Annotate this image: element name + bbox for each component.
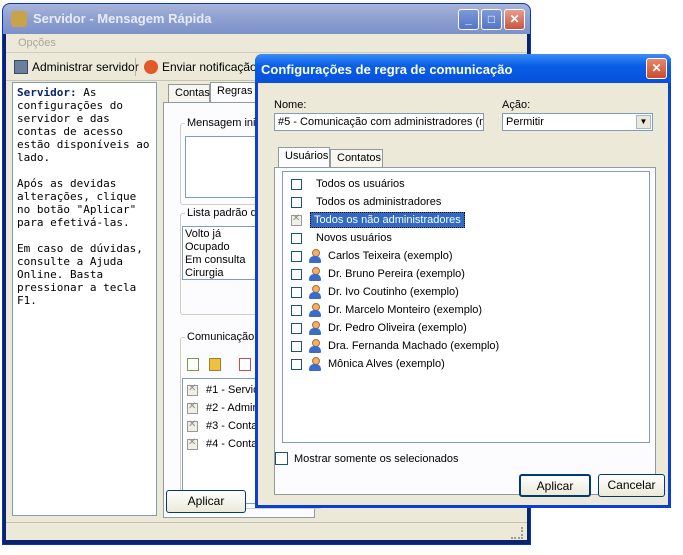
list-item[interactable]: Todos os administradores: [291, 193, 441, 211]
info-heading: Servidor:: [17, 86, 77, 99]
rule-checkbox[interactable]: [187, 419, 198, 432]
tab-regras[interactable]: Regras: [210, 82, 258, 102]
user-checkbox[interactable]: [291, 322, 302, 334]
tab-contatos[interactable]: Contatos: [330, 149, 383, 167]
user-icon: [308, 249, 322, 263]
main-title-bar[interactable]: Servidor - Mensagem Rápida _ □ ✕: [3, 4, 530, 34]
dialog-apply-button[interactable]: Aplicar: [519, 474, 591, 497]
close-button[interactable]: ✕: [504, 9, 525, 30]
notification-icon: [144, 60, 158, 74]
list-item[interactable]: Mônica Alves (exemplo): [291, 355, 445, 373]
rule-checkbox[interactable]: [187, 437, 198, 450]
resize-grip-icon[interactable]: [511, 527, 523, 539]
name-label: Nome:: [274, 99, 307, 111]
minimize-button[interactable]: _: [458, 9, 479, 30]
info-text-2: Após as devidas alterações, clique no bo…: [17, 177, 143, 229]
user-checkbox[interactable]: [291, 358, 302, 370]
action-label: Ação:: [502, 99, 531, 111]
tab-usuarios[interactable]: Usuários: [278, 147, 330, 167]
list-item[interactable]: Todos os usuários: [291, 175, 405, 193]
rule-dialog: Configurações de regra de comunicação ✕ …: [255, 54, 671, 508]
maximize-button[interactable]: □: [481, 9, 502, 30]
info-text-3: Em caso de dúvidas, consulte a Ajuda Onl…: [17, 242, 150, 307]
user-icon: [308, 303, 322, 317]
menu-bar: Opções: [6, 34, 527, 53]
server-icon: [14, 60, 28, 74]
user-checkbox[interactable]: [291, 250, 302, 262]
send-notification-button[interactable]: Enviar notificação: [144, 58, 257, 76]
user-icon: [308, 339, 322, 353]
list-item[interactable]: Dr. Pedro Oliveira (exemplo): [291, 319, 467, 337]
user-checkbox[interactable]: [291, 286, 302, 298]
user-checkbox[interactable]: [291, 304, 302, 316]
list-item[interactable]: Todos os não administradores: [291, 211, 465, 229]
send-notification-label: Enviar notificação: [162, 60, 257, 74]
user-icon: [308, 267, 322, 281]
admin-server-button[interactable]: Administrar servidor: [14, 58, 139, 76]
admin-server-label: Administrar servidor: [32, 60, 139, 74]
new-rule-icon[interactable]: [187, 358, 199, 371]
list-item[interactable]: Novos usuários: [291, 229, 392, 247]
chevron-down-icon[interactable]: ▼: [636, 115, 651, 129]
info-pane: Servidor: As configurações do servidor e…: [12, 82, 157, 516]
list-item[interactable]: Dr. Bruno Pereira (exemplo): [291, 265, 465, 283]
group-checkbox[interactable]: [291, 232, 302, 244]
show-selected-checkbox[interactable]: [275, 452, 288, 465]
rule-checkbox[interactable]: [187, 401, 198, 414]
rule-checkbox[interactable]: [187, 383, 198, 396]
group-checkbox[interactable]: [291, 178, 302, 190]
main-apply-button[interactable]: Aplicar: [166, 490, 246, 513]
dialog-close-button[interactable]: ✕: [646, 58, 667, 79]
edit-rule-icon[interactable]: [209, 358, 221, 371]
group-checkbox[interactable]: [291, 196, 302, 208]
user-icon: [308, 321, 322, 335]
dialog-cancel-button[interactable]: Cancelar: [598, 474, 665, 497]
main-window-title: Servidor - Mensagem Rápida: [33, 11, 212, 26]
tab-contas[interactable]: Contas: [168, 84, 210, 102]
show-selected-option[interactable]: Mostrar somente os selecionados: [275, 452, 458, 465]
app-icon: [11, 11, 27, 27]
status-bar: [6, 522, 527, 541]
action-select[interactable]: Permitir ▼: [502, 113, 653, 131]
user-checkbox[interactable]: [291, 268, 302, 280]
user-checkbox[interactable]: [291, 340, 302, 352]
dialog-title-bar[interactable]: Configurações de regra de comunicação ✕: [255, 54, 671, 83]
list-item[interactable]: Dra. Fernanda Machado (exemplo): [291, 337, 499, 355]
show-selected-label: Mostrar somente os selecionados: [294, 452, 459, 465]
dialog-title: Configurações de regra de comunicação: [261, 62, 513, 77]
delete-rule-icon[interactable]: [239, 358, 251, 371]
menu-opcoes[interactable]: Opções: [18, 37, 56, 49]
user-icon: [308, 285, 322, 299]
users-panel: Todos os usuários Todos os administrador…: [274, 167, 656, 495]
list-item[interactable]: Dr. Ivo Coutinho (exemplo): [291, 283, 459, 301]
name-input[interactable]: #5 - Comunicação com administradores (ne: [274, 113, 484, 131]
users-listbox[interactable]: Todos os usuários Todos os administrador…: [282, 171, 650, 443]
list-item[interactable]: Dr. Marcelo Monteiro (exemplo): [291, 301, 482, 319]
group-checkbox[interactable]: [291, 213, 302, 226]
user-icon: [308, 357, 322, 371]
list-item[interactable]: Carlos Teixeira (exemplo): [291, 247, 453, 265]
